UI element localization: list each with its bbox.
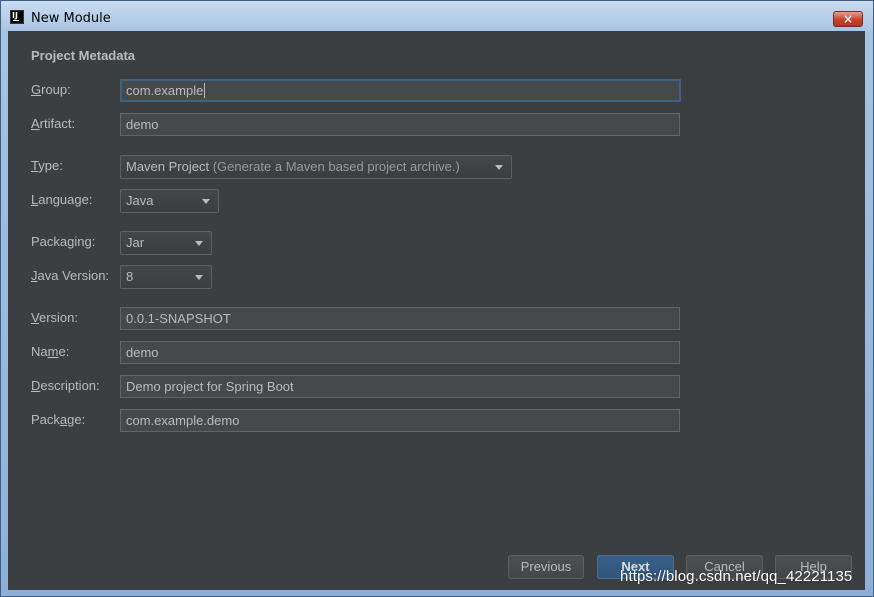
group-label: Group:	[31, 82, 71, 98]
chevron-down-icon	[202, 199, 210, 204]
artifact-label: Artifact:	[31, 116, 75, 132]
text-caret	[204, 83, 206, 98]
type-label-suffix: ype:	[38, 158, 63, 173]
chevron-down-icon	[195, 241, 203, 246]
type-dropdown[interactable]: Maven Project (Generate a Maven based pr…	[120, 155, 512, 179]
packaging-label-suffix: ing:	[74, 234, 96, 249]
language-dropdown[interactable]: Java	[120, 189, 219, 213]
packaging-value: Jar	[126, 235, 145, 250]
group-input[interactable]: com.example	[120, 79, 681, 102]
window-title: New Module	[31, 11, 111, 26]
name-value: demo	[126, 345, 159, 360]
java-version-value: 8	[126, 269, 134, 284]
description-input[interactable]: Demo project for Spring Boot	[120, 375, 680, 398]
version-value: 0.0.1-SNAPSHOT	[126, 311, 231, 326]
artifact-label-suffix: rtifact:	[39, 116, 76, 131]
name-label-prefix: Na	[31, 344, 48, 359]
chevron-down-icon	[195, 275, 203, 280]
packaging-label: Packaging:	[31, 234, 95, 250]
java-version-label-suffix: ava Version:	[37, 268, 110, 283]
package-label-suffix: ge:	[67, 412, 86, 427]
new-module-dialog: IJ New Module × Project Metadata Group: …	[0, 0, 874, 597]
chevron-down-icon	[495, 165, 503, 170]
package-label-prefix: Pack	[31, 412, 60, 427]
name-label-suffix: e:	[58, 344, 70, 359]
version-label: Version:	[31, 310, 78, 326]
group-value: com.example	[126, 83, 204, 98]
packaging-dropdown[interactable]: Jar	[120, 231, 212, 255]
language-label-suffix: anguage:	[38, 192, 93, 207]
java-version-label: Java Version:	[31, 268, 109, 284]
artifact-input[interactable]: demo	[120, 113, 680, 136]
app-icon-underline	[13, 20, 19, 21]
package-input[interactable]: com.example.demo	[120, 409, 680, 432]
artifact-value: demo	[126, 117, 159, 132]
type-value: Maven Project	[126, 159, 210, 174]
description-label-suffix: escription:	[40, 378, 100, 393]
type-label: Type:	[31, 158, 63, 174]
version-label-mnemonic: V	[31, 310, 39, 325]
dialog-content: Project Metadata Group: com.example Arti…	[8, 31, 865, 590]
title-bar[interactable]: IJ New Module ×	[1, 1, 873, 31]
package-label: Package:	[31, 412, 85, 428]
language-label: Language:	[31, 192, 92, 208]
type-hint: (Generate a Maven based project archive.…	[212, 159, 460, 174]
description-label-mnemonic: D	[31, 378, 41, 393]
intellij-app-icon: IJ	[10, 10, 24, 24]
name-label-mnemonic: m	[47, 344, 59, 359]
group-label-mnemonic: G	[31, 82, 42, 97]
description-value: Demo project for Spring Boot	[126, 379, 294, 394]
description-label: Description:	[31, 378, 100, 394]
section-title: Project Metadata	[31, 48, 136, 63]
app-icon-text: IJ	[12, 11, 18, 20]
packaging-label-prefix: Packa	[31, 234, 68, 249]
group-label-suffix: roup:	[41, 82, 71, 97]
artifact-label-mnemonic: A	[31, 116, 40, 131]
previous-button[interactable]: Previous	[508, 555, 584, 579]
watermark-url: https://blog.csdn.net/qq_42221135	[620, 568, 853, 585]
close-icon: ×	[842, 12, 854, 26]
version-label-suffix: ersion:	[38, 310, 78, 325]
package-value: com.example.demo	[126, 413, 240, 428]
language-value: Java	[126, 193, 154, 208]
name-input[interactable]: demo	[120, 341, 680, 364]
java-version-dropdown[interactable]: 8	[120, 265, 212, 289]
version-input[interactable]: 0.0.1-SNAPSHOT	[120, 307, 680, 330]
close-button[interactable]: ×	[833, 11, 863, 27]
name-label: Name:	[31, 344, 69, 360]
